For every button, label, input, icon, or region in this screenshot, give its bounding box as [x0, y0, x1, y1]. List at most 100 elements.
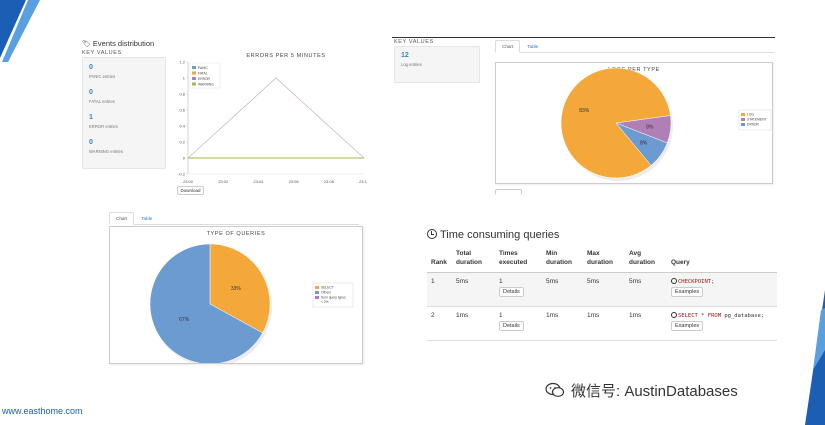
- y-tick-label: 0: [183, 155, 186, 160]
- cell-times: 1 Details: [495, 306, 542, 341]
- x-tick-label: 23:10: [359, 179, 367, 184]
- warning-entries: 0 WARNING entries: [89, 139, 123, 154]
- type-of-queries-chart: TYPE OF QUERIES 33% 67% SELECTOthersSum que…: [149, 231, 354, 367]
- errors-per-5-minutes-chart: ERRORS PER 5 MINUTES 1.2 1 0.8 0.6 0.4 0.2 0 -0.…: [178, 53, 367, 184]
- legend-swatch: [315, 296, 319, 299]
- pie-data-label: 8%: [640, 140, 648, 146]
- copy-icon[interactable]: [671, 311, 677, 318]
- y-tick-label: 1: [183, 75, 186, 80]
- col-avg-duration: Avg duration: [625, 248, 667, 273]
- legend-swatch: [192, 77, 196, 80]
- col-min-duration: Min duration: [542, 248, 583, 273]
- tab-chart[interactable]: Chart: [495, 40, 521, 53]
- footer-url[interactable]: www.easthome.com: [2, 406, 83, 416]
- cell-total: 1ms: [452, 306, 495, 341]
- logs-per-type-frame: LOGS PER TYPE 83% 8% 8% LOG STATEMENT ERROR: [495, 62, 773, 184]
- cell-query: SELECT * FROM pg_database; Examples: [667, 306, 777, 341]
- col-total-duration: Total duration: [452, 248, 495, 273]
- query-text: CHECKPOINT;: [671, 277, 714, 285]
- time-consuming-queries-title: Time consuming queries: [427, 229, 559, 241]
- y-tick-label: 0.4: [179, 123, 185, 128]
- y-tick-label: 0.6: [179, 107, 185, 112]
- cell-rank: 2: [427, 306, 452, 341]
- events-key-values-label: KEY VALUES: [82, 50, 122, 56]
- y-tick-label: 1.2: [179, 59, 185, 64]
- pie-data-label: 8%: [646, 125, 654, 131]
- cell-times: 1 Details: [495, 272, 542, 307]
- series-line-error: [187, 77, 365, 159]
- pie-legend: SELECTOthersSum query types< 2%: [312, 282, 354, 308]
- legend-label: LOG: [747, 113, 754, 117]
- legend-label: SELECT: [321, 286, 334, 290]
- table-row: 2 1ms 1 Details 1ms 1ms 1ms SELECT * FROM…: [427, 306, 777, 341]
- legend-label: STATEMENT: [747, 118, 766, 122]
- logs-key-values-label: KEY VALUES: [394, 39, 434, 45]
- cell-total: 5ms: [452, 272, 495, 307]
- download-button-logs[interactable]: [495, 189, 522, 195]
- chart-legend: PANICFATAL ERRORWARNING: [189, 62, 221, 89]
- legend-label: WARNING: [198, 82, 214, 86]
- legend-label: < 2%: [321, 300, 329, 304]
- type-of-queries-frame: TYPE OF QUERIES 33% 67% SELECT Others Sum que…: [109, 226, 363, 367]
- section-divider: [392, 37, 775, 38]
- logs-tabs: Chart Table: [495, 40, 774, 53]
- chart-title: ERRORS PER 5 MINUTES: [246, 53, 325, 59]
- col-max-duration: Max duration: [583, 248, 625, 273]
- x-tick-label: 23:06: [289, 179, 300, 184]
- col-query: Query: [667, 248, 777, 273]
- legend-label: ERROR: [747, 123, 760, 127]
- legend-label: Others: [321, 291, 331, 295]
- chart-title: TYPE OF QUERIES: [207, 231, 266, 237]
- events-key-values-box: 0 PANIC entries 0 FATAL entries 1 ERROR ent…: [82, 57, 166, 169]
- tag-icon: 🏷︎: [82, 41, 91, 48]
- cell-max: 5ms: [583, 272, 625, 307]
- legend-swatch: [192, 66, 196, 69]
- queries-tabs: Chart Table: [109, 212, 359, 225]
- details-button[interactable]: Details: [499, 320, 524, 331]
- legend-swatch: [741, 123, 745, 126]
- fatal-entries: 0 FATAL entries: [89, 89, 115, 104]
- download-button[interactable]: Download: [177, 186, 204, 195]
- legend-swatch: [192, 82, 196, 86]
- legend-swatch: [315, 291, 319, 294]
- corner-decoration-top-left: [0, 0, 40, 62]
- legend-label: ERROR: [198, 77, 211, 81]
- tab-chart-queries[interactable]: Chart: [109, 212, 135, 225]
- wechat-icon: [545, 382, 565, 397]
- pie-data-label: 33%: [231, 286, 242, 292]
- legend-swatch: [192, 71, 196, 75]
- cell-query: CHECKPOINT; Examples: [667, 272, 777, 307]
- table-header-row: Rank Total duration Times executed Min d…: [427, 248, 777, 273]
- logs-key-values-box: 12 Log entries: [394, 46, 480, 83]
- legend-label: FATAL: [198, 71, 208, 75]
- x-tick-label: 23:08: [324, 179, 335, 184]
- details-button[interactable]: Details: [499, 286, 524, 297]
- col-times-executed: Times executed: [495, 248, 542, 273]
- pie-legend: LOGSTATEMENTERROR: [738, 109, 772, 131]
- pie-data-label: 67%: [179, 317, 190, 323]
- log-entries: 12 Log entries: [401, 52, 422, 67]
- error-entries: 1 ERROR entries: [89, 114, 118, 129]
- wechat-watermark: 微信号: AustinDatabases: [545, 380, 738, 401]
- cell-min: 1ms: [542, 306, 583, 341]
- table-row: 1 5ms 1 Details 5ms 5ms 5ms CHECKPOINT; E…: [427, 272, 777, 307]
- tab-table[interactable]: Table: [520, 40, 545, 53]
- examples-button[interactable]: Examples: [671, 286, 704, 297]
- cell-avg: 1ms: [625, 306, 667, 341]
- legend-swatch: [315, 286, 319, 289]
- legend-label: PANIC: [198, 66, 208, 70]
- time-consuming-queries-table: Rank Total duration Times executed Min d…: [427, 248, 777, 341]
- cell-avg: 5ms: [625, 272, 667, 307]
- copy-icon[interactable]: [671, 277, 677, 284]
- events-distribution-title: 🏷︎ Events distribution: [82, 39, 155, 48]
- tab-table-queries[interactable]: Table: [134, 212, 159, 225]
- col-rank: Rank: [427, 248, 452, 273]
- query-text: SELECT * FROM pg_database;: [671, 311, 764, 319]
- pie-data-label: 83%: [579, 108, 590, 114]
- x-tick-label: 23:00: [183, 179, 194, 184]
- logs-per-type-chart: LOGS PER TYPE83%8%8%LOGSTATEMENTERROR: [560, 67, 772, 181]
- x-tick-label: 23:04: [253, 179, 264, 184]
- cell-max: 1ms: [583, 306, 625, 341]
- y-tick-label: 0.8: [179, 91, 185, 96]
- examples-button[interactable]: Examples: [671, 320, 704, 331]
